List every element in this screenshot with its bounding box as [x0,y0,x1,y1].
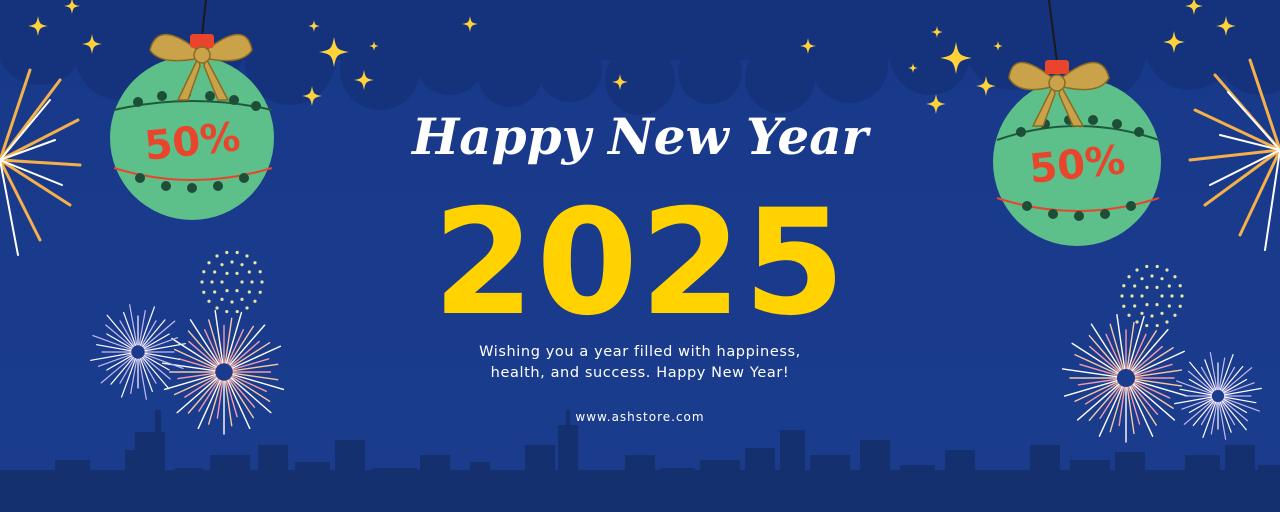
firework-icon [1120,264,1184,328]
greeting-line-2: health, and success. Happy New Year! [490,365,790,381]
firework-icon [1174,352,1262,440]
greeting-message: Wishing you a year filled with happiness… [390,342,890,384]
firework-icon [1188,58,1280,251]
firework-icon [1061,313,1189,443]
year-title: 2025 [432,178,848,348]
ornament-right: 50% [993,0,1161,246]
firework-icon [90,304,186,400]
website-url[interactable]: www.ashstore.com [490,410,790,424]
headline: Happy New Year [412,107,868,166]
ornament-left: 50% [110,0,274,220]
greeting-line-1: Wishing you a year filled with happiness… [479,344,801,360]
firework-icon [161,309,285,435]
firework-icon [0,68,82,256]
firework-icon [200,250,264,314]
banner: 50% 50% Happy New Year 2025 Wishing you … [0,0,1280,512]
